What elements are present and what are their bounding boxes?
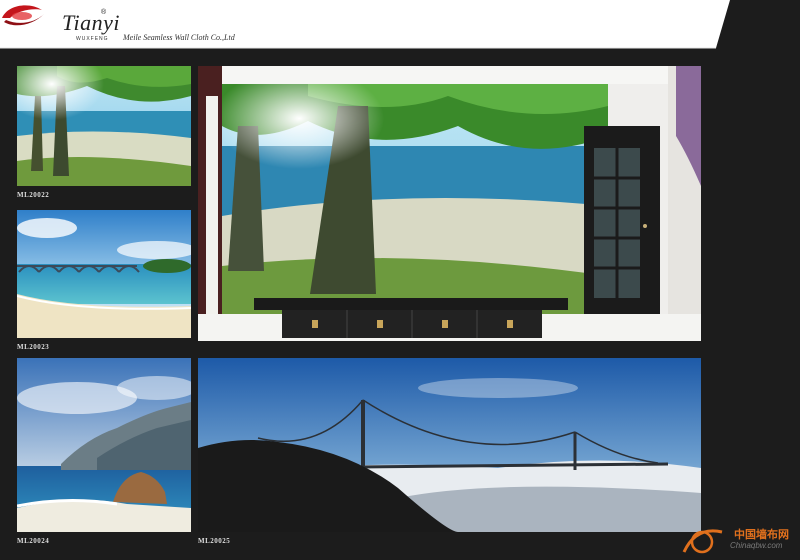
- room-mockup-ml20022: [198, 66, 701, 341]
- header-band: Tianyi ® WUXFENG Meile Seamless Wall Clo…: [0, 0, 800, 62]
- panel-code-ml20024: ML20024: [17, 537, 50, 545]
- watermark-chinese: 中国墙布网: [734, 528, 789, 541]
- wallpaper-thumbnail-ml20023: [17, 210, 191, 338]
- wallpaper-thumbnail-ml20022: [17, 66, 191, 186]
- brand-subtitle: WUXFENG: [76, 36, 109, 42]
- registered-mark: ®: [101, 9, 107, 16]
- watermark-url: Chinaqbw.com: [730, 541, 783, 550]
- wallpaper-thumbnail-ml20024: [17, 358, 191, 532]
- panel-code-ml20025: ML20025: [198, 537, 231, 545]
- company-name: Meile Seamless Wall Cloth Co.,Ltd: [123, 33, 235, 42]
- brand-logo-icon: [2, 5, 44, 26]
- panel-code-ml20022: ML20022: [17, 191, 50, 199]
- panel-code-ml20023: ML20023: [17, 343, 50, 351]
- brand-name: Tianyi: [62, 10, 121, 35]
- wallpaper-thumbnail-ml20025: [198, 358, 701, 532]
